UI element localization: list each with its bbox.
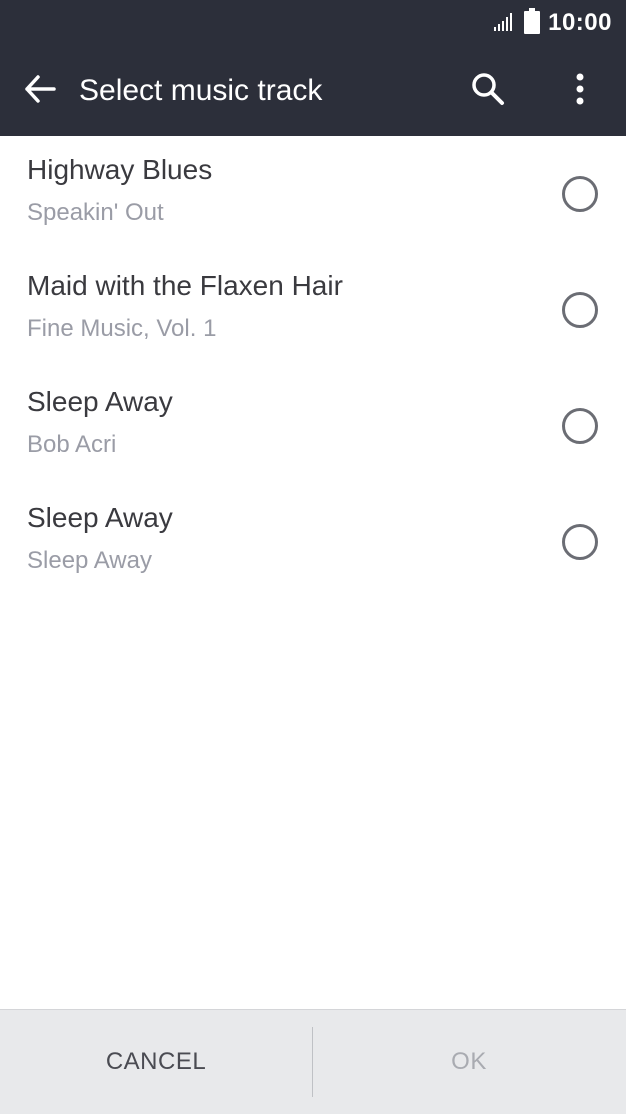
track-album: Fine Music, Vol. 1 — [27, 315, 217, 342]
battery-icon — [524, 7, 541, 39]
status-bar: 10:00 — [0, 0, 626, 46]
cancel-button[interactable]: CANCEL — [0, 1010, 312, 1114]
status-indicators: 10:00 — [494, 0, 612, 46]
radio-button[interactable] — [562, 524, 598, 560]
track-title: Sleep Away — [27, 502, 173, 533]
app-bar: Select music track — [0, 46, 626, 136]
search-icon — [471, 72, 505, 111]
track-title: Sleep Away — [27, 386, 173, 417]
page-title: Select music track — [79, 74, 323, 107]
back-arrow-icon — [24, 74, 56, 108]
ok-button[interactable]: OK — [313, 1010, 625, 1114]
dialog-button-bar: CANCEL OK — [0, 1009, 626, 1114]
radio-button[interactable] — [562, 408, 598, 444]
more-options-button[interactable] — [556, 67, 604, 115]
screen: 10:00 Select music track Highway Blues S… — [0, 0, 626, 1114]
track-item[interactable]: Sleep Away Sleep Away — [0, 484, 626, 600]
track-album: Sleep Away — [27, 547, 152, 574]
track-album: Bob Acri — [27, 431, 117, 458]
track-item[interactable]: Highway Blues Speakin' Out — [0, 136, 626, 252]
radio-button[interactable] — [562, 176, 598, 212]
track-item[interactable]: Maid with the Flaxen Hair Fine Music, Vo… — [0, 252, 626, 368]
track-title: Maid with the Flaxen Hair — [27, 270, 343, 301]
track-album: Speakin' Out — [27, 199, 164, 226]
track-title: Highway Blues — [27, 154, 213, 185]
radio-button[interactable] — [562, 292, 598, 328]
search-button[interactable] — [464, 67, 512, 115]
more-vert-icon — [576, 73, 584, 110]
status-time: 10:00 — [548, 9, 612, 36]
signal-icon — [494, 11, 516, 36]
track-list: Highway Blues Speakin' Out Maid with the… — [0, 136, 626, 600]
track-item[interactable]: Sleep Away Bob Acri — [0, 368, 626, 484]
back-button[interactable] — [18, 69, 62, 113]
